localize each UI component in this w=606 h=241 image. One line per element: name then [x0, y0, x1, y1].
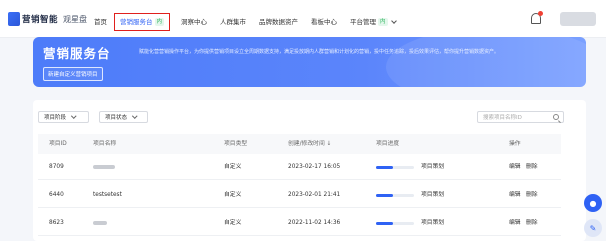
- column-header-actions: 操作: [509, 141, 521, 147]
- pencil-icon: ✎: [589, 223, 597, 233]
- project-stage: 项目策划: [421, 192, 445, 198]
- edit-link[interactable]: 编辑: [509, 191, 521, 199]
- chevron-down-icon: [71, 113, 77, 119]
- project-stage: 项目策划: [421, 220, 445, 226]
- nav-item-4[interactable]: 品牌数据资产: [259, 17, 298, 27]
- edit-link[interactable]: 编辑: [509, 163, 521, 171]
- hero-banner: 营销服务台 赋能化营营销操作平台，为你提供营销项目设立全周期数据支持，满足投放期…: [33, 37, 586, 87]
- project-name[interactable]: [93, 163, 115, 171]
- edit-link[interactable]: 编辑: [509, 219, 521, 227]
- status-filter-label: 项目状态: [105, 115, 128, 121]
- nav-item-3[interactable]: 人群集市: [220, 17, 246, 27]
- edit-float-button[interactable]: ✎: [584, 219, 602, 237]
- progress-fill: [376, 166, 394, 169]
- project-type: 自定义: [224, 220, 242, 226]
- nav-item-5[interactable]: 看板中心: [311, 17, 337, 27]
- logo-mark-icon: [8, 12, 20, 26]
- redacted-name: [93, 220, 107, 225]
- app-logo[interactable]: 营销智能 观星盘: [8, 12, 87, 26]
- table-row[interactable]: 8709 自定义 2023-02-17 16:05 项目策划 编辑 删除: [38, 154, 561, 180]
- column-header-time[interactable]: 创建/修改时间 ↓: [288, 140, 331, 148]
- project-name[interactable]: testsetest: [93, 191, 122, 199]
- project-id: 8709: [49, 164, 64, 170]
- project-list-panel: 项目阶段 项目状态 搜索项目名称ID 项目ID 项目名称 项目类型 创建/修改时…: [33, 100, 586, 241]
- project-time: 2022-11-02 14:36: [288, 220, 341, 226]
- banner-title: 营销服务台: [43, 46, 111, 61]
- chevron-down-icon: [132, 113, 138, 119]
- nav-item-label: 首页: [94, 18, 107, 26]
- project-id: 6440: [49, 192, 64, 198]
- stage-filter-label: 项目阶段: [44, 115, 67, 121]
- nav-item-label: 看板中心: [311, 18, 338, 26]
- delete-link[interactable]: 删除: [526, 163, 538, 171]
- progress-bar: [376, 166, 414, 169]
- top-navbar: 营销智能 观星盘 首页 营销服务台内洞察中心 人群集市 品牌数据资产 看板中心 平台管理内: [0, 0, 606, 38]
- nav-item-2[interactable]: 洞察中心: [181, 17, 207, 27]
- nav-badge: 内: [378, 18, 388, 26]
- project-time: 2023-02-01 21:41: [288, 192, 341, 198]
- notification-bell-icon[interactable]: [531, 11, 543, 24]
- chat-icon: ●: [589, 198, 597, 208]
- notification-dot: [538, 11, 543, 16]
- search-placeholder: 搜索项目名称ID: [483, 115, 522, 121]
- nav-item-1[interactable]: 营销服务台内: [114, 13, 171, 31]
- new-project-button[interactable]: 新建自定义营销项目: [43, 67, 103, 81]
- main-nav: 首页 营销服务台内洞察中心 人群集市 品牌数据资产 看板中心 平台管理内: [94, 13, 409, 31]
- column-header-id: 项目ID: [49, 141, 67, 147]
- progress-fill: [376, 222, 394, 225]
- user-avatar[interactable]: [560, 12, 596, 26]
- logo-sub-text: 观星盘: [63, 14, 88, 24]
- nav-badge: 内: [154, 18, 165, 26]
- nav-item-6[interactable]: 平台管理内: [350, 17, 397, 27]
- column-header-progress: 项目进度: [376, 141, 400, 147]
- chat-assistant-button[interactable]: ●: [584, 194, 602, 212]
- project-stage: 项目策划: [421, 164, 445, 170]
- project-type: 自定义: [224, 192, 242, 198]
- logo-main-text: 营销智能: [22, 15, 59, 25]
- banner-description: 赋能化营营销操作平台，为你提供营销项目设立全周期数据支持，满足投放期内人群营销和…: [139, 49, 500, 55]
- progress-fill: [376, 194, 394, 197]
- status-filter-select[interactable]: 项目状态: [99, 111, 148, 123]
- stage-filter-select[interactable]: 项目阶段: [38, 111, 89, 123]
- project-time: 2023-02-17 16:05: [288, 164, 341, 170]
- banner-decoration: [386, 37, 586, 87]
- delete-link[interactable]: 删除: [526, 219, 538, 227]
- chevron-down-icon: [390, 18, 397, 24]
- progress-bar: [376, 194, 414, 197]
- project-name[interactable]: [93, 219, 107, 227]
- progress-bar: [376, 222, 414, 225]
- nav-item-label: 品牌数据资产: [259, 18, 299, 26]
- nav-item-0[interactable]: 首页: [94, 17, 107, 27]
- column-header-name: 项目名称: [93, 141, 117, 147]
- table-row[interactable]: 6440 testsetest 自定义 2023-02-01 21:41 项目策划 编辑删…: [38, 182, 561, 208]
- nav-item-label: 平台管理: [350, 18, 377, 26]
- column-header-type: 项目类型: [224, 141, 248, 147]
- table-row[interactable]: 8623 自定义 2022-11-02 14:36 项目策划 编辑 删除: [38, 210, 561, 236]
- nav-item-label: 营销服务台: [120, 18, 153, 26]
- project-id: 8623: [49, 220, 64, 226]
- nav-item-label: 人群集市: [220, 18, 247, 26]
- nav-item-label: 洞察中心: [181, 18, 208, 26]
- search-input[interactable]: 搜索项目名称ID: [477, 111, 564, 123]
- search-icon[interactable]: [553, 114, 559, 120]
- table-header: 项目ID 项目名称 项目类型 创建/修改时间 ↓ 项目进度 操作: [38, 134, 561, 154]
- project-type: 自定义: [224, 164, 242, 170]
- redacted-name: [93, 164, 115, 169]
- delete-link[interactable]: 删除: [526, 191, 538, 199]
